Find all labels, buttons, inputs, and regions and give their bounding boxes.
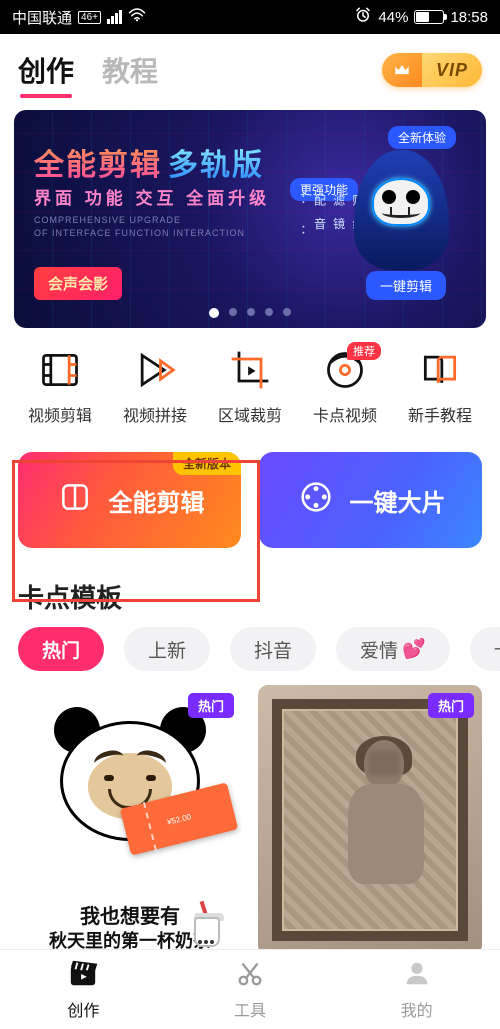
- tool-beat-video[interactable]: 推荐 卡点视频: [305, 348, 385, 426]
- reel-icon: [296, 477, 336, 524]
- nav-label: 创作: [67, 997, 99, 1021]
- milk-tea-icon: [194, 913, 224, 947]
- wifi-icon: [128, 8, 146, 26]
- portrait-silhouette: [342, 740, 437, 904]
- vip-label: VIP: [422, 53, 482, 87]
- dot-5[interactable]: [283, 308, 291, 316]
- chip-beat[interactable]: 卡点: [470, 627, 500, 671]
- banner-en-2: OF INTERFACE FUNCTION INTERACTION: [34, 227, 245, 240]
- dot-4[interactable]: [265, 308, 273, 316]
- tool-label: 区域裁剪: [218, 402, 282, 426]
- card-one-click[interactable]: 一键大片: [259, 452, 482, 548]
- banner-subtitle: 界面 功能 交互 全面升级: [34, 184, 270, 209]
- top-tabs: 创作 教程 VIP: [0, 34, 500, 100]
- banner-en: COMPREHENSIVE UPGRADE OF INTERFACE FUNCT…: [34, 214, 245, 239]
- scissors-icon: [235, 958, 265, 993]
- signal-icon: [107, 10, 122, 24]
- template-card-milk-tea[interactable]: 热门 ¥52.00 我也想要有 秋天里的第一杯奶茶: [18, 685, 242, 955]
- photo-frame: [272, 699, 468, 941]
- tool-label: 视频剪辑: [28, 402, 92, 426]
- play-merge-icon: [133, 348, 177, 392]
- disc-icon: 推荐: [323, 348, 367, 392]
- clock: 18:58: [450, 9, 488, 26]
- banner-title-b: 多轨版: [168, 149, 264, 182]
- category-chips[interactable]: 热门 上新 抖音 爱情💕 卡点: [0, 627, 500, 685]
- tool-video-merge[interactable]: 视频拼接: [115, 348, 195, 426]
- crop-icon: [228, 348, 272, 392]
- chip-love[interactable]: 爱情💕: [336, 627, 450, 671]
- status-left: 中国联通 46+: [12, 7, 146, 28]
- banner-figure: [346, 150, 456, 300]
- tool-row: 视频剪辑 视频拼接 区域裁剪 推荐 卡点视频 新手教程: [0, 328, 500, 434]
- clapperboard-icon: [68, 958, 98, 993]
- big-cards: 全新版本 全能剪辑 一键大片: [0, 434, 500, 558]
- clapper-icon: [55, 477, 95, 524]
- vip-badge[interactable]: VIP: [382, 53, 482, 87]
- nav-label: 工具: [234, 997, 266, 1021]
- dot-1[interactable]: [209, 308, 219, 318]
- promo-banner[interactable]: 全能剪辑多轨版 界面 功能 交互 全面升级 COMPREHENSIVE UPGR…: [14, 110, 486, 328]
- tool-label: 卡点视频: [313, 402, 377, 426]
- tool-label: 视频拼接: [123, 402, 187, 426]
- carousel-dots[interactable]: [14, 308, 486, 318]
- template-grid: 热门 ¥52.00 我也想要有 秋天里的第一杯奶茶 热门: [0, 685, 500, 955]
- battery-pct: 44%: [378, 9, 408, 26]
- section-title: 卡点模板: [0, 558, 500, 627]
- profile-icon: [402, 958, 432, 993]
- banner-en-1: COMPREHENSIVE UPGRADE: [34, 214, 245, 227]
- chip-douyin[interactable]: 抖音: [230, 627, 316, 671]
- bottom-nav: 创作 工具 我的: [0, 949, 500, 1029]
- pill-new-experience: 全新体验: [388, 126, 456, 149]
- heart-icon: 💕: [402, 637, 426, 661]
- status-right: 44% 18:58: [354, 6, 488, 28]
- film-icon: [38, 348, 82, 392]
- card-full-edit[interactable]: 全新版本 全能剪辑: [18, 452, 241, 548]
- card-label: 全能剪辑: [109, 483, 205, 518]
- battery-icon: [414, 10, 444, 24]
- tool-label: 新手教程: [408, 402, 472, 426]
- tool-beginner[interactable]: 新手教程: [400, 348, 480, 426]
- card-label: 一键大片: [350, 483, 446, 518]
- tab-tutorial[interactable]: 教程: [102, 50, 158, 90]
- chip-label: 爱情: [360, 636, 398, 663]
- banner-title-a: 全能剪辑: [34, 149, 162, 182]
- banner-title: 全能剪辑多轨版: [34, 140, 264, 184]
- tab-create[interactable]: 创作: [18, 50, 74, 90]
- network-badge: 46+: [78, 11, 101, 24]
- dot-3[interactable]: [247, 308, 255, 316]
- dot-2[interactable]: [229, 308, 237, 316]
- vip-crown-icon: [382, 53, 422, 87]
- alarm-icon: [354, 6, 372, 28]
- tool-video-edit[interactable]: 视频剪辑: [20, 348, 100, 426]
- carrier-label: 中国联通: [12, 7, 72, 28]
- nav-label: 我的: [401, 997, 433, 1021]
- nav-create[interactable]: 创作: [0, 950, 167, 1029]
- card-corner-badge: 全新版本: [173, 452, 241, 475]
- recommend-badge: 推荐: [347, 342, 381, 360]
- hot-badge: 热门: [188, 693, 234, 718]
- book-icon: [418, 348, 462, 392]
- hot-badge: 热门: [428, 693, 474, 718]
- chip-new[interactable]: 上新: [124, 627, 210, 671]
- tool-crop[interactable]: 区域裁剪: [210, 348, 290, 426]
- nav-tools[interactable]: 工具: [167, 950, 334, 1029]
- template-card-portrait[interactable]: 热门: [258, 685, 482, 955]
- status-bar: 中国联通 46+ 44% 18:58: [0, 0, 500, 34]
- chip-hot[interactable]: 热门: [18, 627, 104, 671]
- banner-red-pill: 会声会影: [34, 267, 122, 300]
- nav-mine[interactable]: 我的: [333, 950, 500, 1029]
